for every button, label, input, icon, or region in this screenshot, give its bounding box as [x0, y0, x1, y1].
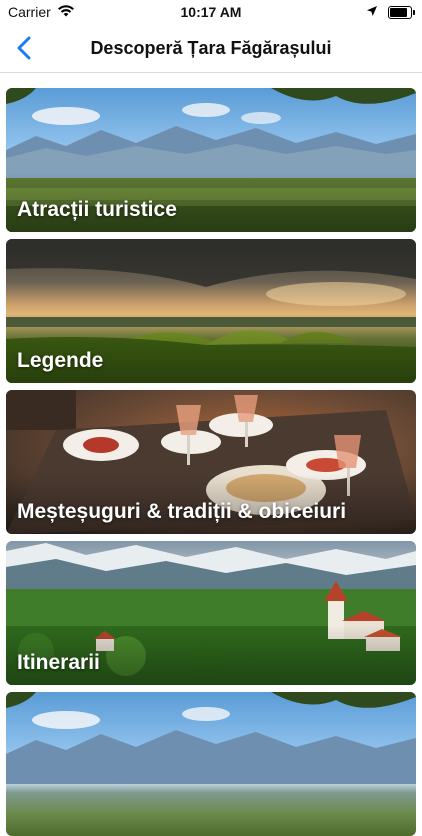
category-label: Itinerarii	[17, 651, 100, 674]
category-card-itineraries[interactable]: Itinerarii	[6, 541, 416, 685]
battery-level	[390, 7, 407, 17]
status-bar: Carrier 10:17 AM	[0, 0, 422, 24]
mountain-landscape-image	[6, 692, 416, 836]
category-card-crafts-traditions[interactable]: Meșteșuguri & tradiții & obiceiuri	[6, 390, 416, 534]
chevron-left-icon	[17, 36, 31, 60]
category-label: Meșteșuguri & tradiții & obiceiuri	[17, 500, 347, 523]
back-button[interactable]	[8, 32, 40, 64]
category-card-tourist-attractions[interactable]: Atracții turistice	[6, 88, 416, 232]
category-card-legends[interactable]: Legende	[6, 239, 416, 383]
navigation-bar: Descoperă Țara Făgărașului	[0, 24, 422, 73]
category-label: Atracții turistice	[17, 198, 177, 221]
status-time: 10:17 AM	[180, 4, 242, 20]
category-label: Legende	[17, 349, 104, 372]
status-right	[366, 4, 415, 20]
battery-icon	[388, 5, 415, 19]
page-title: Descoperă Țara Făgărașului	[90, 37, 332, 58]
location-arrow-icon	[366, 4, 378, 20]
category-card-partial[interactable]	[6, 692, 416, 836]
